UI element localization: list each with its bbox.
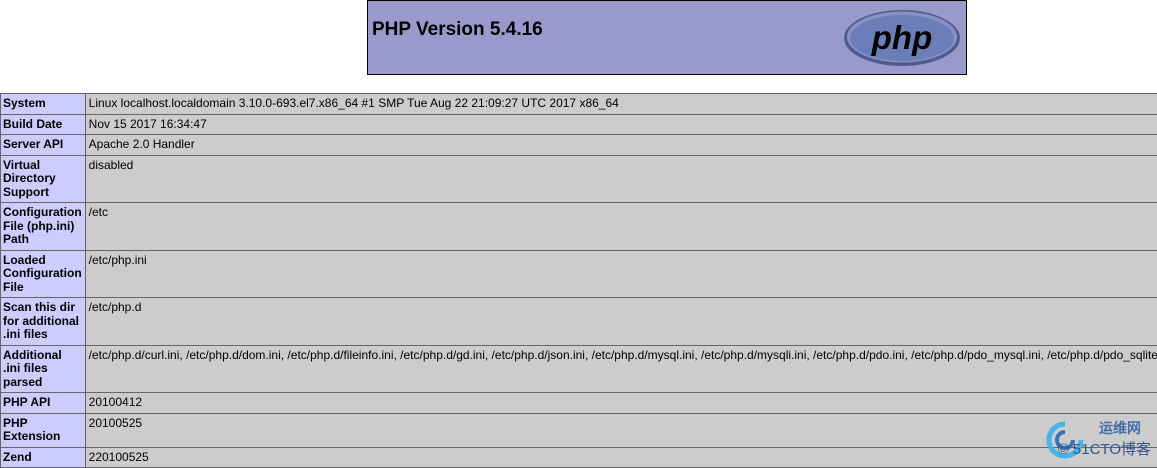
row-value: Nov 15 2017 16:34:47 xyxy=(85,114,1157,135)
row-value: /etc xyxy=(85,203,1157,251)
page-title: PHP Version 5.4.16 xyxy=(372,19,543,41)
row-value: 220100525 xyxy=(85,447,1157,468)
row-value: 20100412 xyxy=(85,393,1157,414)
row-value: /etc/php.d/curl.ini, /etc/php.d/dom.ini,… xyxy=(85,345,1157,393)
row-label: Server API xyxy=(1,135,86,156)
table-row: Additional .ini files parsed/etc/php.d/c… xyxy=(1,345,1157,393)
table-row: PHP API20100412 xyxy=(1,393,1157,414)
watermark-top-text: 运维网 xyxy=(1099,418,1141,438)
php-version-banner: PHP Version 5.4.16 php xyxy=(367,0,967,75)
row-label: Loaded Configuration File xyxy=(1,250,86,298)
row-value: /etc/php.ini xyxy=(85,250,1157,298)
table-row: Server APIApache 2.0 Handler xyxy=(1,135,1157,156)
row-label: PHP Extension xyxy=(1,413,86,447)
row-label: Virtual Directory Support xyxy=(1,155,86,203)
table-row: Configuration File (php.ini) Path/etc xyxy=(1,203,1157,251)
row-label: Build Date xyxy=(1,114,86,135)
row-value: /etc/php.d xyxy=(85,298,1157,346)
table-row: Zend220100525 xyxy=(1,447,1157,468)
row-label: Additional .ini files parsed xyxy=(1,345,86,393)
table-row: SystemLinux localhost.localdomain 3.10.0… xyxy=(1,94,1157,115)
php-logo-icon: php xyxy=(842,8,962,73)
row-label: Scan this dir for additional .ini files xyxy=(1,298,86,346)
row-label: PHP API xyxy=(1,393,86,414)
row-value: Linux localhost.localdomain 3.10.0-693.e… xyxy=(85,94,1157,115)
logo-text: php xyxy=(871,19,932,56)
row-value: disabled xyxy=(85,155,1157,203)
php-info-table: SystemLinux localhost.localdomain 3.10.0… xyxy=(0,93,1157,468)
table-row: Virtual Directory Supportdisabled xyxy=(1,155,1157,203)
row-label: Zend xyxy=(1,447,86,468)
table-row: Loaded Configuration File/etc/php.ini xyxy=(1,250,1157,298)
table-row: PHP Extension20100525 xyxy=(1,413,1157,447)
table-row: Build DateNov 15 2017 16:34:47 xyxy=(1,114,1157,135)
row-value: Apache 2.0 Handler xyxy=(85,135,1157,156)
watermark: 运维网 © 51CTO博客 xyxy=(1045,416,1155,462)
row-label: System xyxy=(1,94,86,115)
table-row: Scan this dir for additional .ini files/… xyxy=(1,298,1157,346)
row-value: 20100525 xyxy=(85,413,1157,447)
row-label: Configuration File (php.ini) Path xyxy=(1,203,86,251)
watermark-bottom-text: © 51CTO博客 xyxy=(1058,438,1151,459)
